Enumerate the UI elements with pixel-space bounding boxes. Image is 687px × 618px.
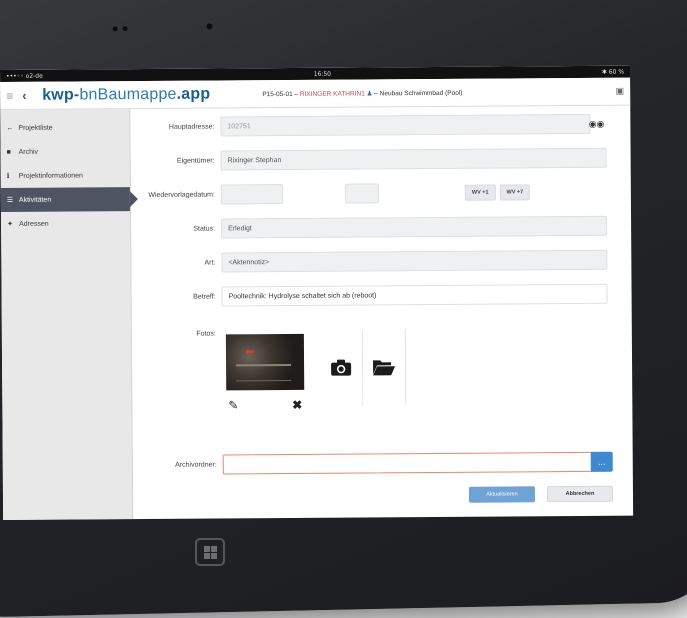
browse-button[interactable]: ... bbox=[590, 451, 613, 472]
users-icon: ✦ bbox=[7, 220, 13, 228]
delete-icon[interactable]: ✖ bbox=[292, 398, 302, 412]
camera-dot bbox=[112, 26, 118, 32]
activity-form: Hauptadresse: 102751 ◉◉ Eigentümer: Rixi… bbox=[130, 106, 633, 519]
binoculars-icon[interactable]: ◉◉ bbox=[589, 118, 605, 129]
camera-button[interactable] bbox=[319, 329, 364, 406]
carrier-label: •••◦◦ o2-de bbox=[6, 72, 43, 80]
battery-indicator: ✱ 60 % bbox=[601, 68, 625, 76]
logo-thin: bnBaumappe bbox=[79, 85, 177, 103]
menu-icon[interactable]: ≡ bbox=[6, 88, 22, 102]
app-logo: kwp-bnBaumappe.app bbox=[42, 85, 210, 104]
info-icon: ℹ bbox=[6, 172, 10, 180]
wiedervorlage-date-field[interactable] bbox=[220, 184, 283, 205]
aktualisieren-button[interactable]: Aktualisieren bbox=[468, 486, 536, 503]
eigentuemer-field[interactable]: Rixinger Stephan bbox=[220, 147, 607, 171]
folder-open-icon bbox=[373, 360, 396, 376]
project-owner[interactable]: RIXINGER KATHRIN1 bbox=[300, 90, 365, 97]
wv-plus-1-button[interactable]: WV +1 bbox=[464, 184, 496, 201]
abbrechen-button[interactable]: Abbrechen bbox=[546, 485, 614, 503]
sidebar-item-aktivitaeten[interactable]: ☰ Aktivitäten bbox=[0, 187, 130, 212]
art-label: Art: bbox=[204, 259, 216, 267]
sidebar-item-label: Archiv bbox=[18, 148, 39, 156]
camera-icon bbox=[331, 359, 352, 376]
sidebar-item-archiv[interactable]: ■ Archiv bbox=[0, 139, 129, 164]
status-label: Status: bbox=[193, 225, 216, 233]
list-icon: ☰ bbox=[6, 196, 14, 204]
art-select[interactable]: <Aktennotiz> bbox=[221, 249, 608, 273]
betreff-field[interactable]: Pooltechnik: Hydrolyse schaltet sich ab … bbox=[221, 283, 608, 307]
arrow-left-icon: ← bbox=[6, 124, 14, 132]
sidebar-item-label: Adressen bbox=[19, 220, 49, 228]
sidebar-item-label: Projektinformationen bbox=[18, 171, 83, 180]
pencil-icon[interactable]: ✎ bbox=[228, 398, 238, 412]
windows-logo-icon bbox=[203, 545, 217, 559]
wv-plus-7-button[interactable]: WV +7 bbox=[499, 184, 531, 201]
project-name: – Neubau Schwimmbad (Pool) bbox=[374, 89, 463, 97]
photo-thumbnail[interactable] bbox=[225, 333, 305, 391]
archivordner-field[interactable] bbox=[222, 451, 593, 475]
folder-button[interactable] bbox=[362, 329, 407, 406]
camera-dot bbox=[122, 26, 128, 32]
betreff-label: Betreff: bbox=[193, 293, 216, 301]
status-select[interactable]: Erledigt bbox=[221, 215, 608, 239]
app-header: ≡ ‹ kwp-bnBaumappe.app P15-05-01 – RIXIN… bbox=[0, 77, 631, 110]
project-title: P15-05-01 – RIXINGER KATHRIN1 ♟ – Neubau… bbox=[262, 88, 462, 97]
sidebar-item-projektliste[interactable]: ← Projektliste bbox=[0, 115, 129, 140]
wiedervorlage-label: Wiedervorlagedatum: bbox=[148, 191, 215, 199]
eigentuemer-label: Eigentümer: bbox=[176, 157, 215, 165]
photo-thumbnail-card: ✎ ✖ bbox=[221, 329, 318, 431]
logo-suffix: .app bbox=[176, 85, 211, 103]
windows-home-button[interactable] bbox=[195, 538, 225, 566]
fotos-label: Fotos: bbox=[196, 330, 216, 338]
hauptadresse-field[interactable]: 102751 bbox=[220, 113, 591, 137]
sidebar-item-adressen[interactable]: ✦ Adressen bbox=[1, 211, 130, 236]
archive-icon: ■ bbox=[6, 148, 11, 156]
back-icon[interactable]: ‹ bbox=[22, 88, 42, 103]
camera-lens bbox=[206, 23, 213, 30]
toolbar-square-icon[interactable]: ▣ bbox=[616, 86, 625, 97]
sidebar-item-label: Aktivitäten bbox=[18, 196, 52, 204]
logo-bold: kwp- bbox=[42, 85, 80, 104]
hauptadresse-label: Hauptadresse: bbox=[168, 123, 215, 131]
photo-upload-area bbox=[319, 329, 407, 410]
sidebar: ← Projektliste ■ Archiv ℹ Projektinforma… bbox=[0, 109, 134, 520]
user-icon: ♟ bbox=[366, 89, 373, 97]
project-code: P15-05-01 – bbox=[262, 90, 299, 98]
archivordner-label: Archivordner: bbox=[175, 460, 217, 469]
sidebar-item-projektinformationen[interactable]: ℹ Projektinformationen bbox=[1, 163, 130, 188]
wiedervorlage-time-field[interactable] bbox=[344, 183, 379, 204]
app-screen: •••◦◦ o2-de 16:50 ✱ 60 % ≡ ‹ kwp-bnBauma… bbox=[0, 65, 634, 520]
sidebar-item-label: Projektliste bbox=[18, 124, 53, 132]
clock: 16:50 bbox=[313, 70, 331, 78]
